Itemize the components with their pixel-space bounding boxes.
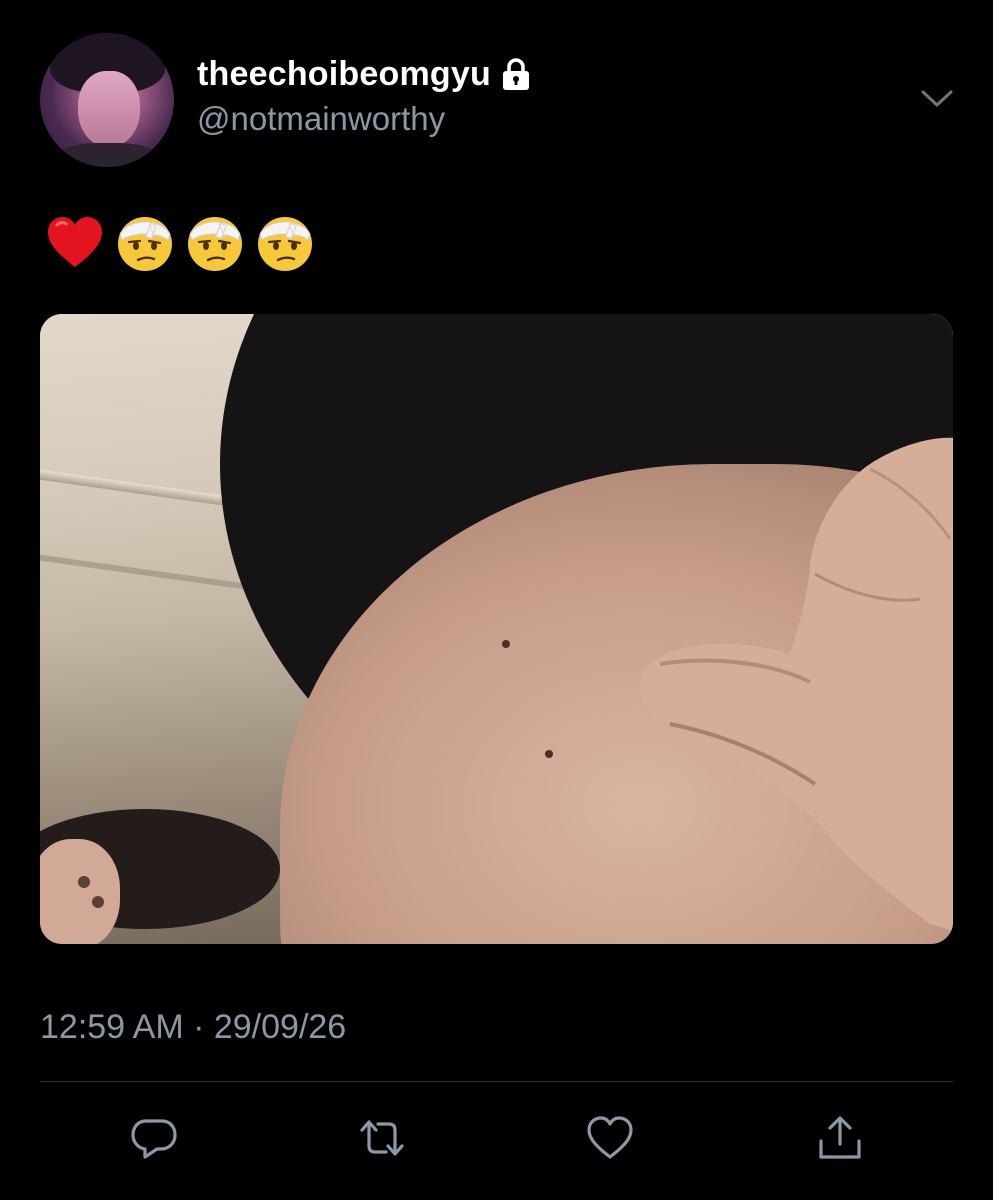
avatar[interactable] (40, 33, 174, 167)
share-icon (819, 1116, 861, 1159)
tweet-text (44, 208, 316, 278)
retweet-icon (360, 1120, 404, 1156)
tweet: theechoibeomgyu @notmainworthy 12:59 AM … (0, 0, 993, 1200)
face-with-head-bandage-emoji (258, 217, 312, 271)
face-with-head-bandage-emoji (118, 217, 172, 271)
photo-earring (92, 896, 104, 908)
red-heart-emoji (48, 217, 102, 267)
heart-icon (587, 1116, 633, 1159)
avatar-shirt (55, 143, 160, 167)
display-name-row: theechoibeomgyu (197, 52, 531, 96)
handle[interactable]: @notmainworthy (197, 97, 531, 141)
photo-ear (40, 839, 120, 944)
tweet-photo[interactable] (40, 314, 953, 944)
photo-mole (545, 750, 553, 758)
reply-icon (131, 1119, 177, 1159)
face-with-head-bandage-emoji (188, 217, 242, 271)
photo-earring (78, 876, 90, 888)
avatar-face (78, 71, 140, 147)
share-button[interactable] (812, 1110, 868, 1166)
chevron-down-icon[interactable] (918, 84, 956, 112)
divider (40, 1081, 953, 1082)
photo-mole (502, 640, 510, 648)
tweet-timestamp[interactable]: 12:59 AM · 29/09/26 (40, 1005, 346, 1049)
retweet-button[interactable] (354, 1110, 410, 1166)
reply-button[interactable] (126, 1110, 182, 1166)
like-button[interactable] (582, 1110, 638, 1166)
display-name[interactable]: theechoibeomgyu (197, 52, 491, 96)
author-names[interactable]: theechoibeomgyu @notmainworthy (197, 52, 531, 141)
photo-hand (639, 437, 953, 931)
action-bar (0, 1110, 993, 1170)
lock-icon (502, 58, 529, 90)
